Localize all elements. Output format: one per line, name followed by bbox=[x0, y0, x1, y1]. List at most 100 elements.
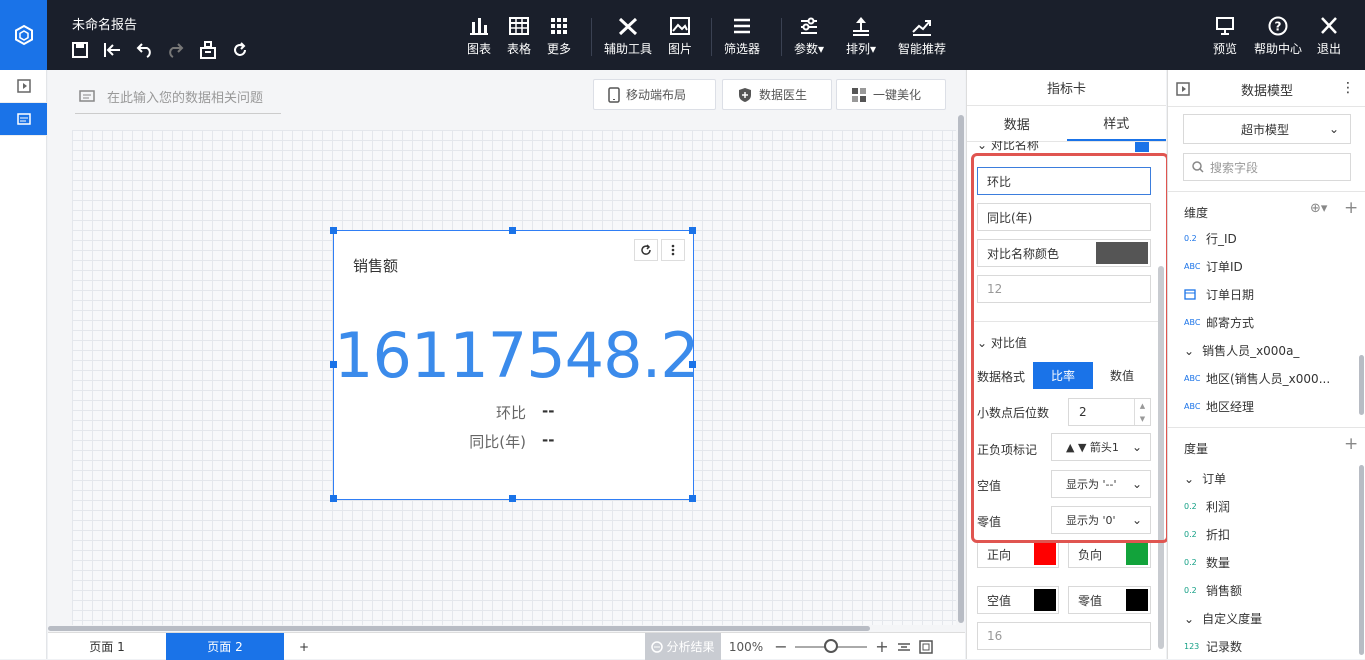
measure-item[interactable]: 0.2 销售额 bbox=[1184, 582, 1242, 599]
add-page-button[interactable]: + bbox=[284, 633, 324, 660]
vertical-scrollbar[interactable] bbox=[958, 115, 964, 623]
section-cmp-name[interactable]: ⌄ 对比名称 bbox=[977, 141, 1039, 151]
measure-folder[interactable]: ⌄ 自定义度量 bbox=[1184, 610, 1262, 627]
resize-handle[interactable] bbox=[330, 227, 337, 234]
expand-panel-button[interactable] bbox=[0, 70, 47, 103]
refresh-icon[interactable] bbox=[230, 40, 250, 60]
toolbar-divider bbox=[591, 18, 592, 56]
zoom-slider[interactable] bbox=[791, 633, 871, 660]
save-icon[interactable] bbox=[70, 40, 90, 60]
field-search-input[interactable]: 搜索字段 bbox=[1183, 153, 1351, 181]
null-color-row[interactable]: 空值 bbox=[977, 586, 1059, 614]
params-icon bbox=[801, 17, 818, 34]
add-dimension-button[interactable]: + bbox=[1344, 198, 1358, 218]
dim-item[interactable]: ABC 邮寄方式 bbox=[1184, 314, 1254, 331]
negative-color-swatch[interactable] bbox=[1126, 543, 1148, 565]
card-refresh-button[interactable] bbox=[634, 239, 658, 261]
dim-item[interactable]: 0.2 行_ID bbox=[1184, 230, 1237, 247]
report-icon bbox=[16, 113, 31, 125]
resize-handle[interactable] bbox=[689, 495, 696, 502]
dim-item[interactable]: 订单日期 bbox=[1184, 286, 1254, 303]
help-center-button[interactable]: ? 帮助中心 bbox=[1254, 16, 1302, 57]
chevron-down-icon: ⌄ bbox=[1328, 122, 1340, 136]
dim-item[interactable]: ABC 订单ID bbox=[1184, 258, 1243, 275]
card-more-button[interactable] bbox=[661, 239, 685, 261]
more-button[interactable]: 更多 bbox=[547, 16, 571, 57]
params-button[interactable]: 参数▾ bbox=[794, 16, 824, 57]
table-icon bbox=[509, 17, 529, 35]
dimension-header: 维度 bbox=[1184, 206, 1209, 220]
calendar-icon bbox=[1184, 288, 1198, 302]
zero-color-swatch[interactable] bbox=[1126, 589, 1148, 611]
zoom-out-button[interactable]: − bbox=[771, 637, 791, 656]
measure-item[interactable]: 0.2 数量 bbox=[1184, 554, 1230, 571]
measure-item[interactable]: 123 记录数 bbox=[1184, 638, 1242, 655]
zoom-in-button[interactable]: + bbox=[871, 637, 893, 656]
null-color-swatch[interactable] bbox=[1034, 589, 1056, 611]
measure-item[interactable]: 0.2 折扣 bbox=[1184, 526, 1230, 543]
redo-icon[interactable] bbox=[166, 40, 186, 60]
measure-folder[interactable]: ⌄ 订单 bbox=[1184, 470, 1226, 487]
negative-color-row[interactable]: 负向 bbox=[1068, 540, 1151, 568]
smart-recommend-button[interactable]: 智能推荐 bbox=[898, 16, 946, 57]
page-tab-1[interactable]: 页面 1 bbox=[48, 633, 166, 660]
measure-scrollbar[interactable] bbox=[1359, 465, 1364, 655]
positive-color-swatch[interactable] bbox=[1034, 543, 1056, 565]
aux-tools-button[interactable]: 辅助工具 bbox=[604, 16, 652, 57]
resize-handle[interactable] bbox=[509, 495, 516, 502]
tab-style[interactable]: 样式 bbox=[1066, 106, 1166, 141]
dataset-select[interactable]: 超市模型 ⌄ bbox=[1183, 114, 1351, 144]
globe-icon[interactable]: ⊕▾ bbox=[1310, 201, 1327, 216]
cmp-value-yoy: -- bbox=[542, 431, 555, 449]
undo-icon[interactable] bbox=[134, 40, 154, 60]
dim-folder[interactable]: ⌄ 销售人员_x000a_ bbox=[1184, 342, 1299, 359]
smart-recommend-icon bbox=[912, 20, 931, 36]
positive-color-row[interactable]: 正向 bbox=[977, 540, 1059, 568]
report-page-button[interactable] bbox=[0, 103, 47, 136]
layout-icon bbox=[852, 87, 866, 102]
chevron-down-icon: ⌄ bbox=[1184, 471, 1195, 486]
kpi-card[interactable]: 销售额 16117548.2 环比 -- 同比(年) -- bbox=[333, 230, 700, 500]
beautify-button[interactable]: 一键美化 bbox=[836, 79, 946, 110]
cmp-name-checkbox[interactable] bbox=[1135, 142, 1149, 152]
format-painter-icon[interactable] bbox=[198, 40, 218, 60]
resize-handle[interactable] bbox=[689, 361, 696, 368]
model-more-icon[interactable]: ⋮ bbox=[1341, 80, 1355, 96]
fit-screen-icon[interactable] bbox=[915, 639, 937, 654]
page-tab-2[interactable]: 页面 2 bbox=[166, 633, 284, 660]
resize-handle[interactable] bbox=[689, 227, 696, 234]
table-button[interactable]: 表格 bbox=[507, 16, 531, 57]
tab-data[interactable]: 数据 bbox=[967, 106, 1067, 141]
kpi-title: 销售额 bbox=[353, 257, 399, 275]
svg-text:?: ? bbox=[1275, 20, 1282, 34]
add-measure-button[interactable]: + bbox=[1344, 434, 1358, 454]
ask-input[interactable]: 在此输入您的数据相关问题 bbox=[75, 80, 281, 114]
value-font-size-input[interactable]: 16 bbox=[977, 622, 1151, 650]
resize-handle[interactable] bbox=[509, 227, 516, 234]
resize-handle[interactable] bbox=[330, 495, 337, 502]
image-button[interactable]: 图片 bbox=[668, 16, 692, 57]
ask-placeholder: 在此输入您的数据相关问题 bbox=[107, 91, 264, 106]
report-title[interactable]: 未命名报告 bbox=[72, 14, 137, 33]
resize-handle[interactable] bbox=[330, 361, 337, 368]
top-bar: 未命名报告 图表 表格 更多 辅助工具 图片 筛选器 参数▾ 排列▾ 智能推荐 bbox=[0, 0, 1365, 70]
dim-item[interactable]: ABC 地区(销售人员_x000... bbox=[1184, 370, 1330, 387]
analysis-result-button[interactable]: 分析结果 bbox=[645, 633, 721, 660]
fit-width-icon[interactable] bbox=[893, 641, 915, 653]
exit-edit-icon[interactable] bbox=[102, 40, 122, 60]
cmp-value-mom: -- bbox=[542, 402, 555, 420]
dim-item[interactable]: ABC 地区经理 bbox=[1184, 398, 1254, 415]
data-doctor-button[interactable]: 数据医生 bbox=[722, 79, 832, 110]
dim-scrollbar[interactable] bbox=[1359, 355, 1364, 415]
exit-button[interactable]: 退出 bbox=[1317, 16, 1341, 57]
preview-button[interactable]: 预览 bbox=[1213, 16, 1237, 57]
mobile-layout-button[interactable]: 移动端布局 bbox=[593, 79, 716, 110]
chart-button[interactable]: 图表 bbox=[467, 16, 491, 57]
measure-item[interactable]: 0.2 利润 bbox=[1184, 498, 1230, 515]
highlight-box bbox=[971, 153, 1169, 543]
zero-color-row[interactable]: 零值 bbox=[1068, 586, 1151, 614]
horizontal-scrollbar[interactable] bbox=[48, 626, 870, 631]
brand-logo bbox=[0, 0, 47, 70]
arrange-button[interactable]: 排列▾ bbox=[846, 16, 876, 57]
filter-button[interactable]: 筛选器 bbox=[724, 16, 760, 57]
